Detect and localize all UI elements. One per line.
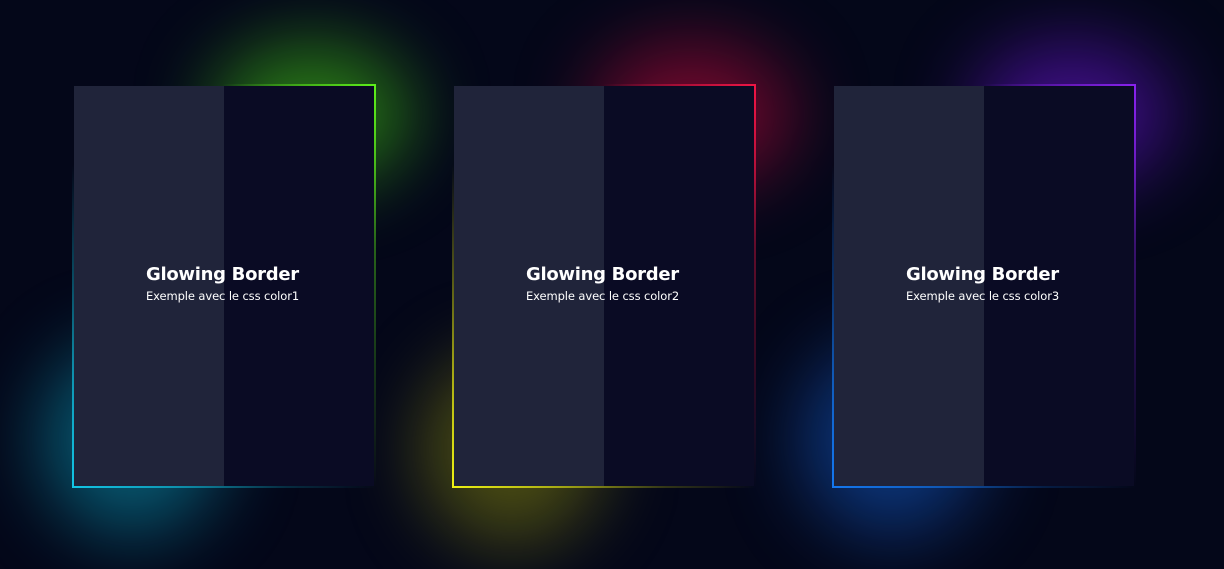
border-right	[1134, 84, 1136, 488]
glowing-card-2: Glowing Border Exemple avec le css color…	[422, 44, 792, 544]
border-bottom	[832, 486, 1136, 488]
border-right	[374, 84, 376, 488]
border-bottom	[72, 486, 376, 488]
card-subtitle: Exemple avec le css color1	[146, 289, 300, 303]
card-content: Glowing Border Exemple avec le css color…	[906, 264, 1059, 305]
card-content: Glowing Border Exemple avec le css color…	[146, 264, 299, 305]
border-bottom	[452, 486, 756, 488]
border-right	[754, 84, 756, 488]
glowing-card-3: Glowing Border Exemple avec le css color…	[802, 44, 1172, 534]
card-title: Glowing Border	[906, 264, 1059, 285]
card-subtitle: Exemple avec le css color3	[906, 289, 1060, 303]
page-background: Glowing Border Exemple avec le css color…	[0, 0, 1224, 569]
card-title: Glowing Border	[146, 264, 299, 285]
card-subtitle: Exemple avec le css color2	[526, 289, 680, 303]
card-content: Glowing Border Exemple avec le css color…	[526, 264, 679, 305]
glowing-card-1: Glowing Border Exemple avec le css color…	[42, 44, 412, 534]
card-title: Glowing Border	[526, 264, 679, 285]
